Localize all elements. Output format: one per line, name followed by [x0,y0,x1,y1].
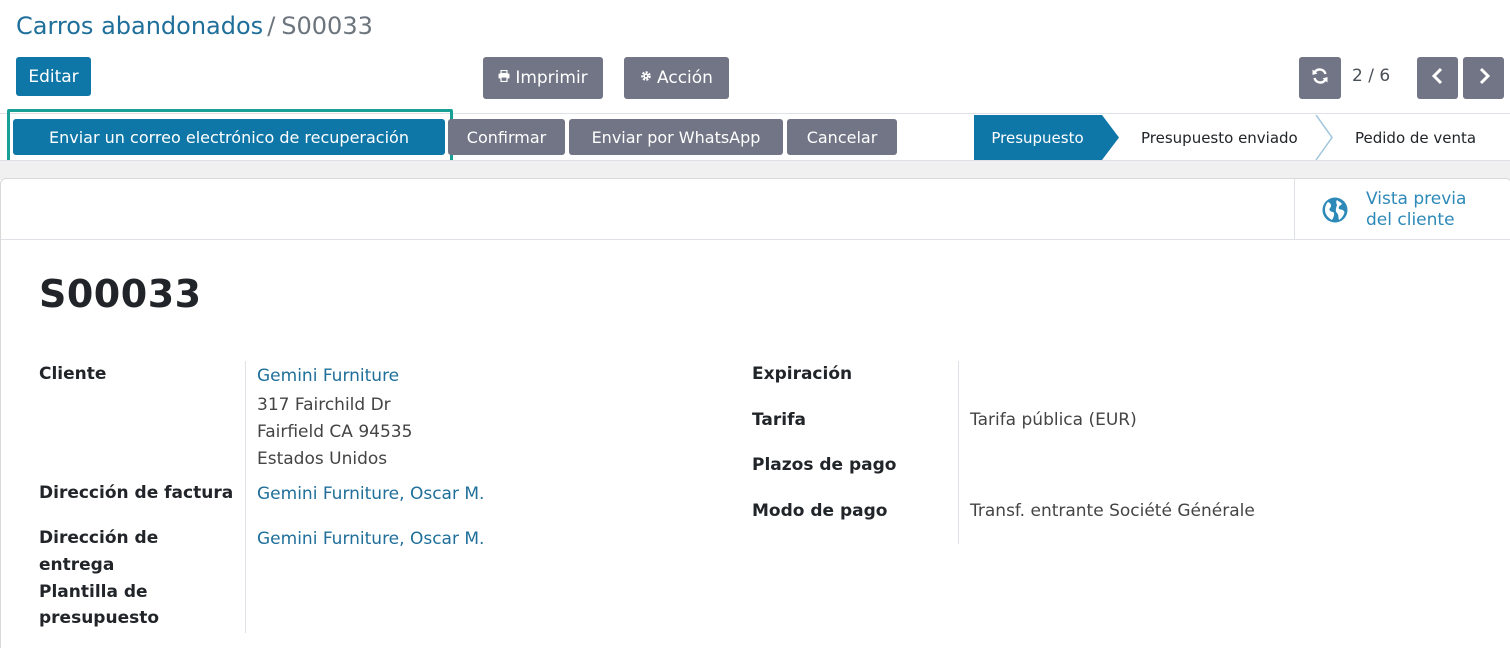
printer-icon [498,69,510,86]
customer-preview-line1: Vista previa [1366,189,1467,209]
stage-pipeline: Presupuesto Presupuesto enviado Pedido d… [974,115,1510,160]
stage-sales-order-label: Pedido de venta [1355,128,1477,147]
right-group-divider [958,361,959,544]
send-recovery-email-label: Enviar un correo electrónico de recupera… [49,127,409,147]
stage-quotation[interactable]: Presupuesto [974,115,1119,160]
delivery-address-label-line2: entrega [39,555,115,575]
stage-quotation-sent-label: Presupuesto enviado [1141,128,1298,147]
confirm-button[interactable]: Confirmar [448,119,565,155]
action-button-label: Acción [657,68,713,88]
payment-mode-value[interactable]: Transf. entrante Société Générale [970,498,1255,525]
confirm-label: Confirmar [466,127,547,147]
send-whatsapp-label: Enviar por WhatsApp [591,127,761,147]
breadcrumb-current: S00033 [281,12,373,40]
refresh-button[interactable] [1299,57,1341,99]
gear-icon [640,70,652,86]
breadcrumb: Carros abandonados / S00033 [16,12,373,40]
print-button[interactable]: Imprimir [483,57,603,99]
customer-address-line3: Estados Unidos [257,449,388,469]
action-button[interactable]: Acción [624,57,729,99]
customer-preview-label: Vista previa del cliente [1366,189,1466,231]
smart-button-box: Vista previa del cliente [1,179,1510,240]
expiration-label: Expiración [752,364,853,384]
breadcrumb-parent-link[interactable]: Carros abandonados [16,12,263,40]
breadcrumb-separator: / [267,12,276,40]
cancel-button[interactable]: Cancelar [787,119,897,155]
edit-button[interactable]: Editar [16,57,91,96]
print-button-label: Imprimir [515,68,588,88]
cancel-label: Cancelar [806,127,878,147]
next-record-button[interactable] [1463,57,1504,99]
invoice-address-link[interactable]: Gemini Furniture, Oscar M. [257,481,484,508]
stage-quotation-label: Presupuesto [991,128,1084,147]
pager-value[interactable]: 2 / 6 [1352,66,1390,86]
delivery-address-label-line1: Dirección de [39,528,159,548]
payment-mode-label: Modo de pago [752,501,888,521]
chevron-left-icon [1431,67,1445,90]
stage-quotation-sent[interactable]: Presupuesto enviado [1141,115,1298,160]
pricelist-label: Tarifa [752,410,806,430]
quotation-template-label-line1: Plantilla de [39,582,148,602]
edit-button-label: Editar [28,66,79,87]
customer-link[interactable]: Gemini Furniture [257,363,399,390]
globe-icon [1322,197,1348,223]
customer-preview-button[interactable]: Vista previa del cliente [1294,179,1510,239]
customer-address-line1: 317 Fairchild Dr [257,395,391,415]
previous-record-button[interactable] [1417,57,1458,99]
delivery-address-link[interactable]: Gemini Furniture, Oscar M. [257,526,484,553]
refresh-icon [1311,67,1329,90]
left-group-divider [245,361,246,633]
stage-sales-order[interactable]: Pedido de venta [1355,115,1476,160]
customer-address-line2: Fairfield CA 94535 [257,422,413,442]
chevron-right-icon [1477,67,1491,90]
customer-label: Cliente [39,364,107,384]
record-title: S00033 [39,272,202,316]
form-background [0,160,1510,180]
payment-terms-label: Plazos de pago [752,455,897,475]
send-whatsapp-button[interactable]: Enviar por WhatsApp [569,119,783,155]
customer-preview-line2: del cliente [1366,210,1455,230]
pricelist-value[interactable]: Tarifa pública (EUR) [970,407,1137,434]
send-recovery-email-button[interactable]: Enviar un correo electrónico de recupera… [13,119,445,155]
stage-separator-icon [1315,115,1333,160]
invoice-address-label: Dirección de factura [39,483,234,503]
quotation-template-label-line2: presupuesto [39,608,160,628]
